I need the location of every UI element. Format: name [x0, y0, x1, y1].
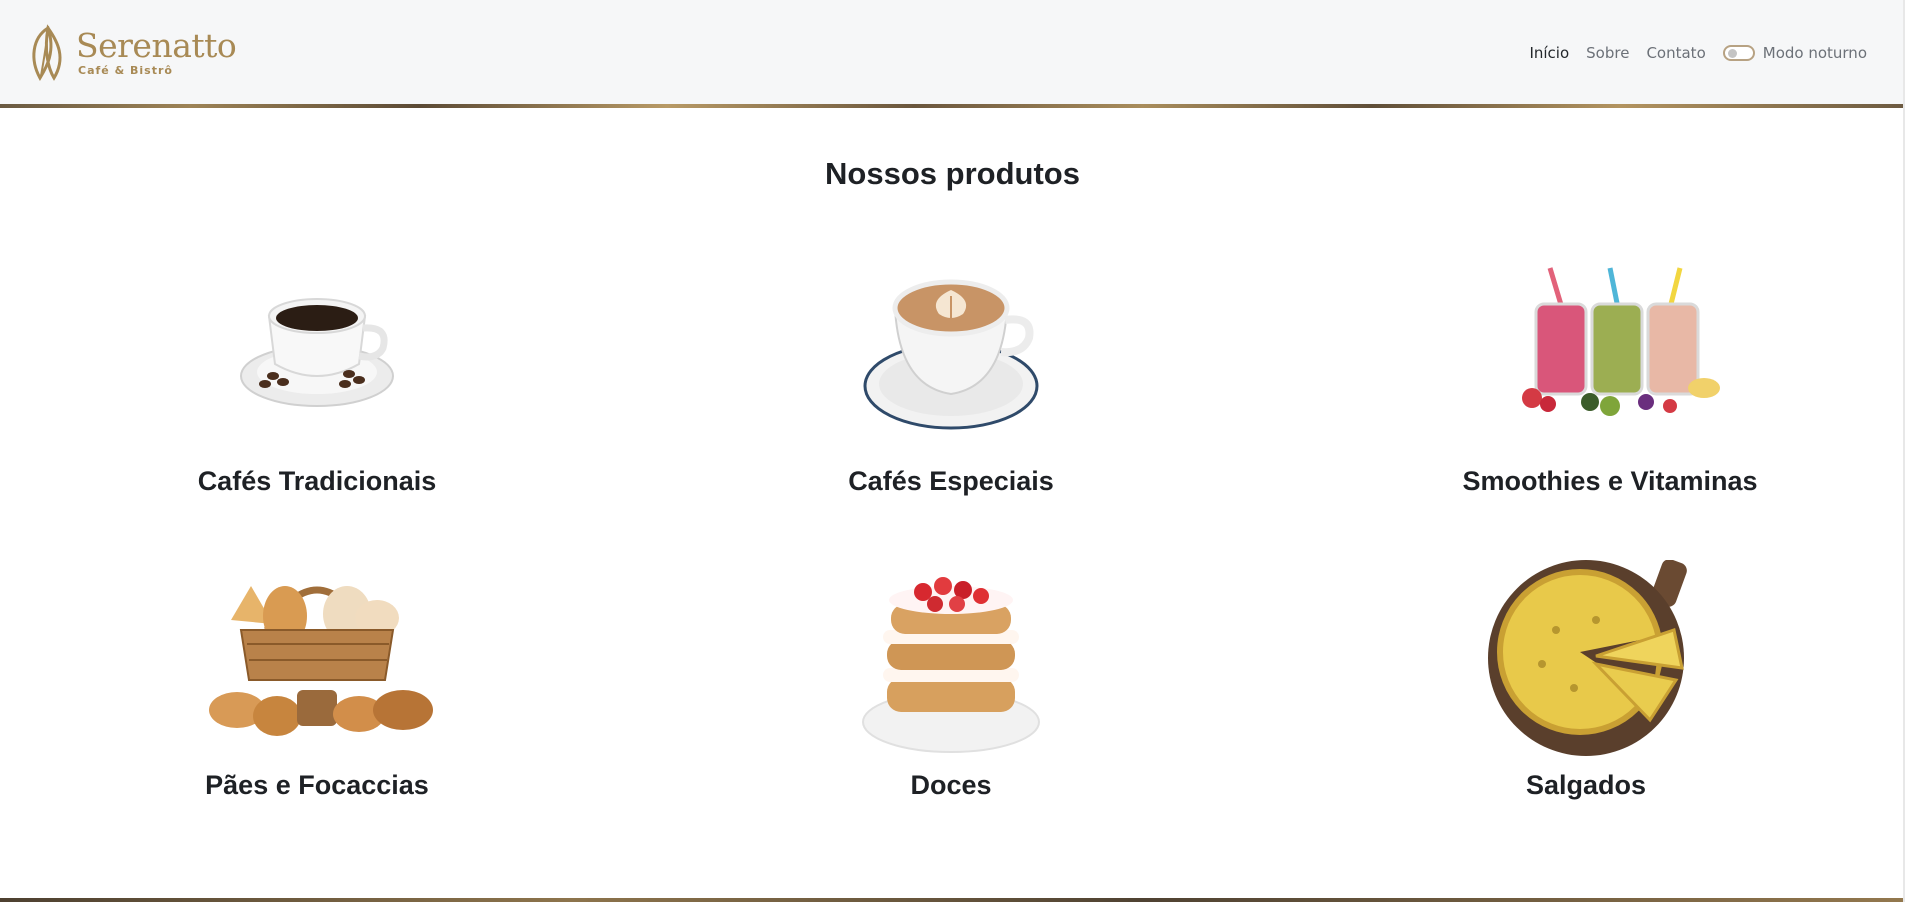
toggle-switch[interactable]	[1722, 44, 1755, 61]
leaf-logo-icon	[32, 23, 62, 81]
product-card-cafes-tradicionais[interactable]: Cafés Tradicionais	[117, 256, 517, 497]
product-name: Cafés Tradicionais	[197, 466, 437, 496]
product-name: Cafés Especiais	[848, 466, 1054, 496]
bread-basket-image	[209, 586, 433, 736]
site-header: Serenatto Café & Bistrô Início Sobre Con…	[0, 0, 1905, 105]
brand-subtitle: Café & Bistrô	[78, 64, 173, 77]
brand-name: Serenatto	[76, 26, 237, 65]
product-name: Salgados	[1525, 770, 1647, 800]
section-title: Nossos produtos	[825, 156, 1080, 191]
brand-logo[interactable]: Serenatto Café & Bistrô	[26, 23, 237, 82]
toggle-knob	[1727, 48, 1737, 58]
product-card-paes-focaccias[interactable]: Pães e Focaccias	[117, 560, 517, 801]
coffee-cup-image	[240, 298, 394, 407]
product-card-cafes-especiais[interactable]: Cafés Especiais	[751, 256, 1151, 497]
main-nav: Início Sobre Contato Modo noturno	[1529, 44, 1867, 62]
quiche-image	[1488, 560, 1687, 756]
product-name: Pães e Focaccias	[205, 770, 429, 800]
footer-border	[0, 898, 1905, 902]
product-card-doces[interactable]: Doces	[751, 560, 1151, 801]
nav-link-contato[interactable]: Contato	[1646, 44, 1705, 62]
header-border	[0, 104, 1905, 108]
product-card-salgados[interactable]: Salgados	[1386, 560, 1786, 801]
nav-link-inicio[interactable]: Início	[1529, 44, 1569, 62]
dark-mode-toggle[interactable]: Modo noturno	[1722, 43, 1867, 62]
product-card-smoothies[interactable]: Smoothies e Vitaminas	[1410, 256, 1810, 497]
smoothie-jars-image	[1522, 267, 1720, 416]
product-name: Smoothies e Vitaminas	[1462, 466, 1758, 496]
nav-link-sobre[interactable]: Sobre	[1586, 44, 1629, 62]
strawberry-cake-image	[862, 577, 1040, 753]
latte-art-image	[863, 279, 1039, 430]
dark-mode-label: Modo noturno	[1762, 43, 1867, 62]
product-name: Doces	[910, 770, 992, 800]
